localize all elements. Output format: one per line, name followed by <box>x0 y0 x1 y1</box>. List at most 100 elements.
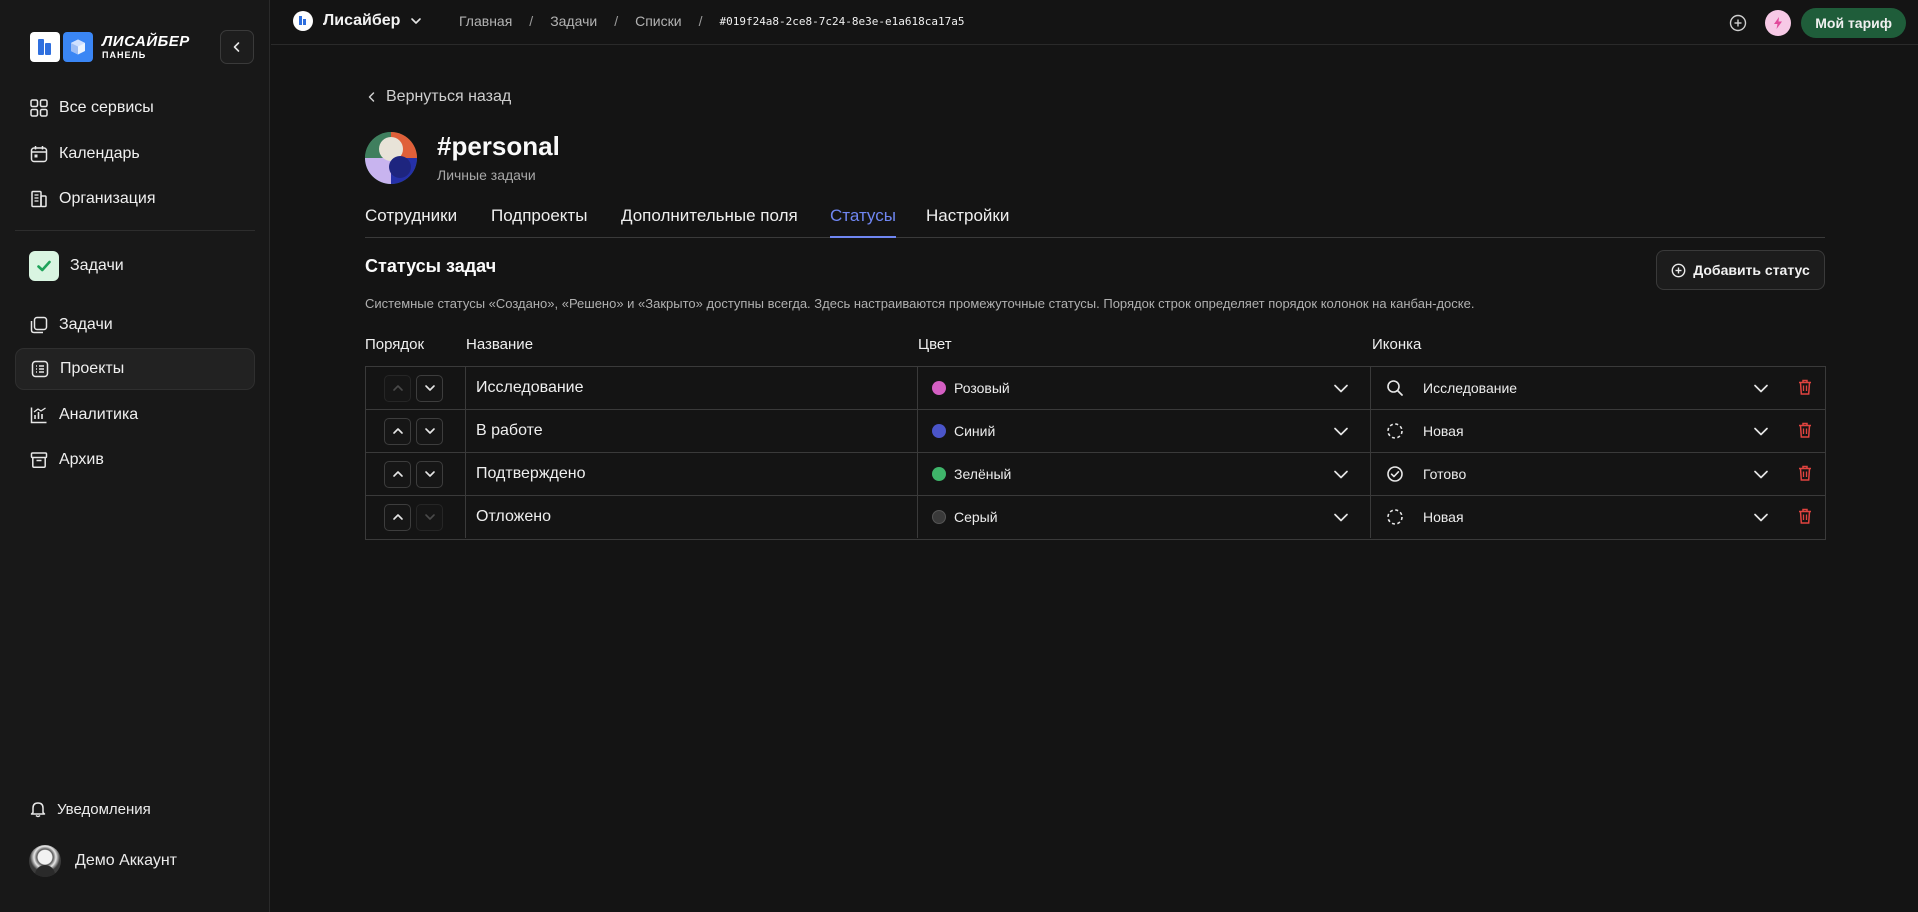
delete-icon[interactable] <box>1796 421 1814 439</box>
table-row: Подтверждено Зелёный Готово <box>366 453 1825 496</box>
status-name-field[interactable]: Подтверждено <box>466 453 918 495</box>
color-select[interactable]: Зелёный <box>918 453 1371 495</box>
chart-icon <box>29 405 49 425</box>
sidebar-section-tasks[interactable]: Задачи <box>29 251 124 281</box>
collapse-sidebar-button[interactable] <box>220 30 254 64</box>
topbar: Лисайбер Главная / Задачи / Списки / #01… <box>271 0 1918 45</box>
tabs: Сотрудники Подпроекты Дополнительные пол… <box>365 203 1825 238</box>
icon-select[interactable]: Новая <box>1371 410 1826 452</box>
sidebar-item-archive[interactable]: Архив <box>15 439 255 481</box>
move-down-button[interactable] <box>416 503 443 531</box>
move-up-button[interactable] <box>384 503 411 531</box>
sidebar-item-label: Организация <box>59 190 156 207</box>
add-status-button[interactable]: Добавить статус <box>1656 250 1825 290</box>
sidebar-item-all-services[interactable]: Все сервисы <box>15 87 255 129</box>
breadcrumb-tasks[interactable]: Задачи <box>550 13 597 29</box>
color-label: Серый <box>954 509 998 525</box>
chevron-down-icon <box>410 15 422 27</box>
tab-settings[interactable]: Настройки <box>926 206 1009 238</box>
statuses-table: Исследование Розовый Исследование В рабо… <box>365 366 1826 540</box>
sidebar-item-analytics[interactable]: Аналитика <box>15 394 255 436</box>
sidebar-item-label: Аналитика <box>59 406 139 423</box>
add-circle-icon <box>1671 263 1686 278</box>
move-down-button[interactable] <box>416 460 443 488</box>
add-circle-icon[interactable] <box>1727 12 1749 34</box>
grid-icon <box>29 98 49 118</box>
add-status-label: Добавить статус <box>1693 262 1810 278</box>
back-label: Вернуться назад <box>386 88 512 105</box>
column-header-order: Порядок <box>365 336 425 353</box>
page-subtitle: Личные задачи <box>437 167 536 183</box>
logo-subtitle: ПАНЕЛЬ <box>102 50 147 60</box>
move-up-button[interactable] <box>384 417 411 445</box>
sidebar-item-label: Архив <box>59 451 104 468</box>
color-select[interactable]: Розовый <box>918 367 1371 409</box>
sidebar-item-organization[interactable]: Организация <box>15 178 255 220</box>
chevron-up-icon <box>392 471 403 477</box>
archive-icon <box>29 450 49 470</box>
dashed-circle-icon <box>1385 421 1405 441</box>
sidebar-section-label: Задачи <box>70 257 124 274</box>
tasks-icon <box>29 315 49 335</box>
chevron-down-icon <box>1332 422 1350 440</box>
column-header-name: Название <box>466 336 534 353</box>
sidebar-item-calendar[interactable]: Календарь <box>15 133 255 175</box>
workspace-switcher[interactable]: Лисайбер <box>293 11 422 31</box>
chevron-down-icon <box>1752 422 1770 440</box>
sidebar-item-tasks[interactable]: Задачи <box>15 304 255 346</box>
color-select[interactable]: Серый <box>918 496 1371 538</box>
page-title: #personal <box>437 131 560 161</box>
icon-select[interactable]: Новая <box>1371 496 1826 538</box>
logo-mark <box>30 32 60 62</box>
sidebar-item-projects[interactable]: Проекты <box>15 348 255 390</box>
color-swatch <box>932 381 946 395</box>
icon-label: Новая <box>1423 423 1464 439</box>
icon-select[interactable]: Исследование <box>1371 367 1826 409</box>
chevron-down-icon <box>424 514 435 520</box>
status-name-field[interactable]: В работе <box>466 410 918 452</box>
breadcrumb-lists[interactable]: Списки <box>635 13 681 29</box>
tab-statuses[interactable]: Статусы <box>830 206 896 238</box>
chevron-down-icon <box>424 385 435 391</box>
color-label: Зелёный <box>954 466 1012 482</box>
avatar <box>29 845 61 877</box>
logo[interactable]: ЛИСАЙБЕР ПАНЕЛЬ <box>30 32 190 62</box>
color-select[interactable]: Синий <box>918 410 1371 452</box>
chevron-down-icon <box>1332 465 1350 483</box>
move-up-button[interactable] <box>384 374 411 402</box>
delete-icon[interactable] <box>1796 507 1814 525</box>
delete-icon[interactable] <box>1796 378 1814 396</box>
notifications-link[interactable]: Уведомления <box>29 800 151 818</box>
tab-employees[interactable]: Сотрудники <box>365 206 457 238</box>
table-row: Отложено Серый Новая <box>366 496 1825 539</box>
status-name-field[interactable]: Отложено <box>466 496 918 538</box>
tab-custom-fields[interactable]: Дополнительные поля <box>621 206 798 238</box>
color-swatch <box>932 467 946 481</box>
move-up-button[interactable] <box>384 460 411 488</box>
move-down-button[interactable] <box>416 417 443 445</box>
move-down-button[interactable] <box>416 374 443 402</box>
back-link[interactable]: Вернуться назад <box>367 88 511 106</box>
color-swatch <box>932 510 946 524</box>
column-header-color: Цвет <box>918 336 952 353</box>
tab-subprojects[interactable]: Подпроекты <box>491 206 587 238</box>
notifications-label: Уведомления <box>57 800 151 818</box>
my-plan-button[interactable]: Мой тариф <box>1801 8 1906 38</box>
status-name-field[interactable]: Исследование <box>466 367 918 409</box>
workspace-name: Лисайбер <box>323 12 401 29</box>
lightning-icon[interactable] <box>1765 10 1792 36</box>
hint-text: Системные статусы «Создано», «Решено» и … <box>365 296 1475 311</box>
chevron-down-icon <box>424 428 435 434</box>
delete-icon[interactable] <box>1796 464 1814 482</box>
account-menu[interactable]: Демо Аккаунт <box>29 845 177 877</box>
logo-title: ЛИСАЙБЕР <box>102 33 190 50</box>
calendar-icon <box>29 144 49 164</box>
icon-select[interactable]: Готово <box>1371 453 1826 495</box>
account-name: Демо Аккаунт <box>75 852 177 869</box>
breadcrumb-home[interactable]: Главная <box>459 13 512 29</box>
table-row: Исследование Розовый Исследование <box>366 367 1825 410</box>
chevron-down-icon <box>1752 508 1770 526</box>
icon-label: Новая <box>1423 509 1464 525</box>
dashed-circle-icon <box>1385 507 1405 527</box>
table-row: В работе Синий Новая <box>366 410 1825 453</box>
